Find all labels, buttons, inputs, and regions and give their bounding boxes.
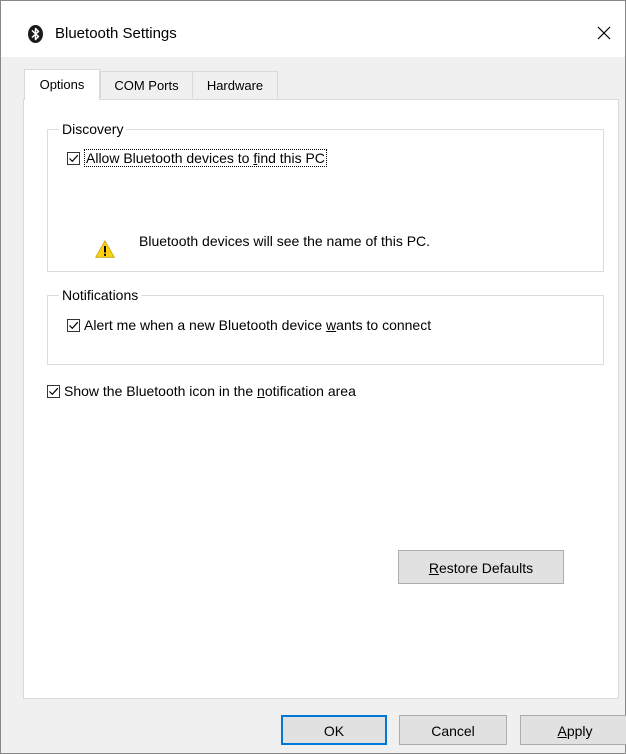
alert-connect-label: Alert me when a new Bluetooth device wan… [84,317,432,333]
ok-button[interactable]: OK [281,715,387,745]
discovery-group: Discovery Allow Bluetooth devices to fin… [47,121,604,272]
discovery-group-label: Discovery [59,121,127,137]
options-panel: Discovery Allow Bluetooth devices to fin… [23,99,619,699]
bluetooth-icon [28,25,43,43]
warning-icon [95,240,115,258]
alert-connect-checkbox[interactable] [67,318,80,332]
restore-defaults-button[interactable]: Restore Defaults [398,550,564,584]
tab-options[interactable]: Options [24,69,100,100]
warning-message: Bluetooth devices will see the name of t… [139,233,431,249]
notifications-group: Notifications Alert me when a new Blueto… [47,287,604,365]
tab-com-ports[interactable]: COM Ports [100,71,193,98]
allow-find-checkbox-row[interactable]: Allow Bluetooth devices to find this PC [67,149,327,167]
checkmark-icon [69,154,79,162]
allow-find-label: Allow Bluetooth devices to find this PC [84,149,327,167]
close-icon [597,26,611,40]
apply-button[interactable]: Apply [520,715,626,745]
checkmark-icon [49,387,59,395]
checkmark-icon [69,321,79,329]
tab-hardware[interactable]: Hardware [192,71,278,98]
allow-find-checkbox[interactable] [67,151,80,165]
alert-connect-checkbox-row[interactable]: Alert me when a new Bluetooth device wan… [67,317,431,333]
notifications-group-label: Notifications [59,287,142,303]
close-button[interactable] [585,15,625,51]
bluetooth-settings-dialog: Bluetooth Settings Options COM Ports Har… [0,0,626,754]
show-icon-checkbox[interactable] [47,384,60,398]
title-bar: Bluetooth Settings [1,1,625,57]
show-icon-label: Show the Bluetooth icon in the notificat… [64,383,356,399]
show-icon-checkbox-row[interactable]: Show the Bluetooth icon in the notificat… [47,383,356,399]
cancel-button[interactable]: Cancel [399,715,507,745]
window-title: Bluetooth Settings [55,25,177,42]
